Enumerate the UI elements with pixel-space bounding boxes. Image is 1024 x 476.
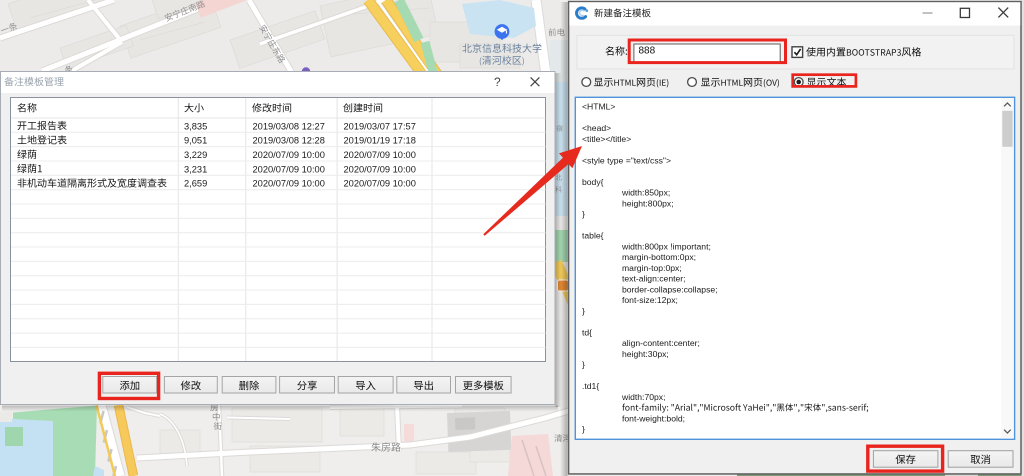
svg-text:2020/07/09 10:00: 2020/07/09 10:00 (344, 179, 416, 189)
svg-text:height:800px;: height:800px; (622, 198, 674, 208)
svg-text:}: } (582, 209, 585, 219)
svg-text:3,835: 3,835 (184, 121, 207, 131)
svg-text:}: } (582, 306, 585, 316)
svg-text:2020/07/09 10:00: 2020/07/09 10:00 (253, 179, 325, 189)
svg-text:<HTML>: <HTML> (582, 102, 615, 112)
svg-text:2019/01/19 17:18: 2019/01/19 17:18 (344, 136, 416, 146)
svg-text:2020/07/09 10:00: 2020/07/09 10:00 (253, 164, 325, 174)
svg-text:body{: body{ (582, 177, 604, 187)
svg-text:2020/07/09 10:00: 2020/07/09 10:00 (344, 164, 416, 174)
svg-text:2020/07/09 10:00: 2020/07/09 10:00 (253, 150, 325, 160)
svg-text:.td1{: .td1{ (582, 381, 599, 391)
svg-text:border-collapse:collapse;: border-collapse:collapse; (622, 284, 718, 294)
svg-text:2020/07/09 10:00: 2020/07/09 10:00 (344, 150, 416, 160)
svg-text:height:30px;: height:30px; (622, 349, 669, 359)
svg-text:2019/03/07 17:57: 2019/03/07 17:57 (344, 121, 416, 131)
svg-text:<head>: <head> (582, 123, 611, 133)
svg-text:width:800px !important;: width:800px !important; (621, 241, 711, 251)
svg-text:2019/03/08 12:27: 2019/03/08 12:27 (253, 121, 325, 131)
svg-text:2,659: 2,659 (184, 179, 207, 189)
svg-text:3,231: 3,231 (184, 164, 207, 174)
svg-text:text-align:center;: text-align:center; (622, 274, 686, 284)
svg-text:align-content:center;: align-content:center; (622, 338, 700, 348)
svg-text:td{: td{ (582, 327, 592, 337)
svg-text:<title></title>: <title></title> (582, 134, 631, 144)
svg-text:margin-bottom:0px;: margin-bottom:0px; (622, 252, 696, 262)
svg-text:9,051: 9,051 (184, 136, 207, 146)
svg-text:888: 888 (639, 46, 656, 57)
svg-text:3,229: 3,229 (184, 150, 207, 160)
svg-text:table{: table{ (582, 231, 604, 241)
svg-text:2019/03/08 12:28: 2019/03/08 12:28 (253, 136, 325, 146)
svg-text:width:850px;: width:850px; (621, 188, 670, 198)
svg-text:margin-top:0px;: margin-top:0px; (622, 263, 682, 273)
svg-text:font-weight:bold;: font-weight:bold; (622, 413, 685, 423)
svg-text:font-size:12px;: font-size:12px; (622, 295, 678, 305)
svg-text:}: } (582, 424, 585, 434)
svg-text:?: ? (494, 75, 501, 89)
svg-text:<style type ="text/css">: <style type ="text/css"> (582, 155, 671, 165)
svg-text:}: } (582, 360, 585, 370)
svg-text:width:70px;: width:70px; (621, 392, 665, 402)
